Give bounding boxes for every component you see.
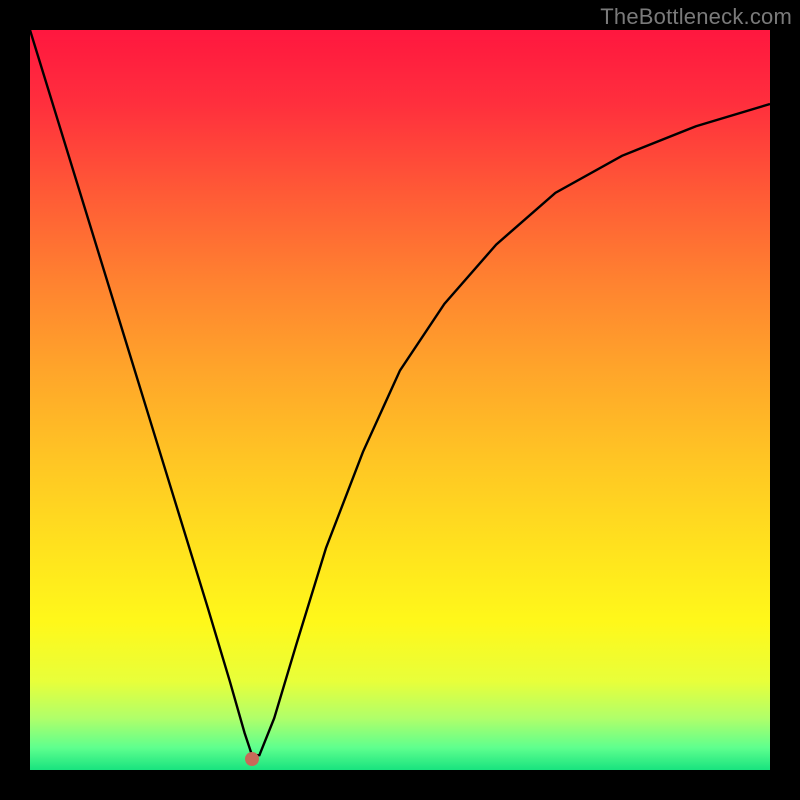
watermark-label: TheBottleneck.com: [600, 4, 792, 30]
curve-svg: [30, 30, 770, 770]
chart-frame: TheBottleneck.com: [0, 0, 800, 800]
bottleneck-curve: [30, 30, 770, 755]
minimum-marker: [245, 752, 259, 766]
plot-area: [30, 30, 770, 770]
